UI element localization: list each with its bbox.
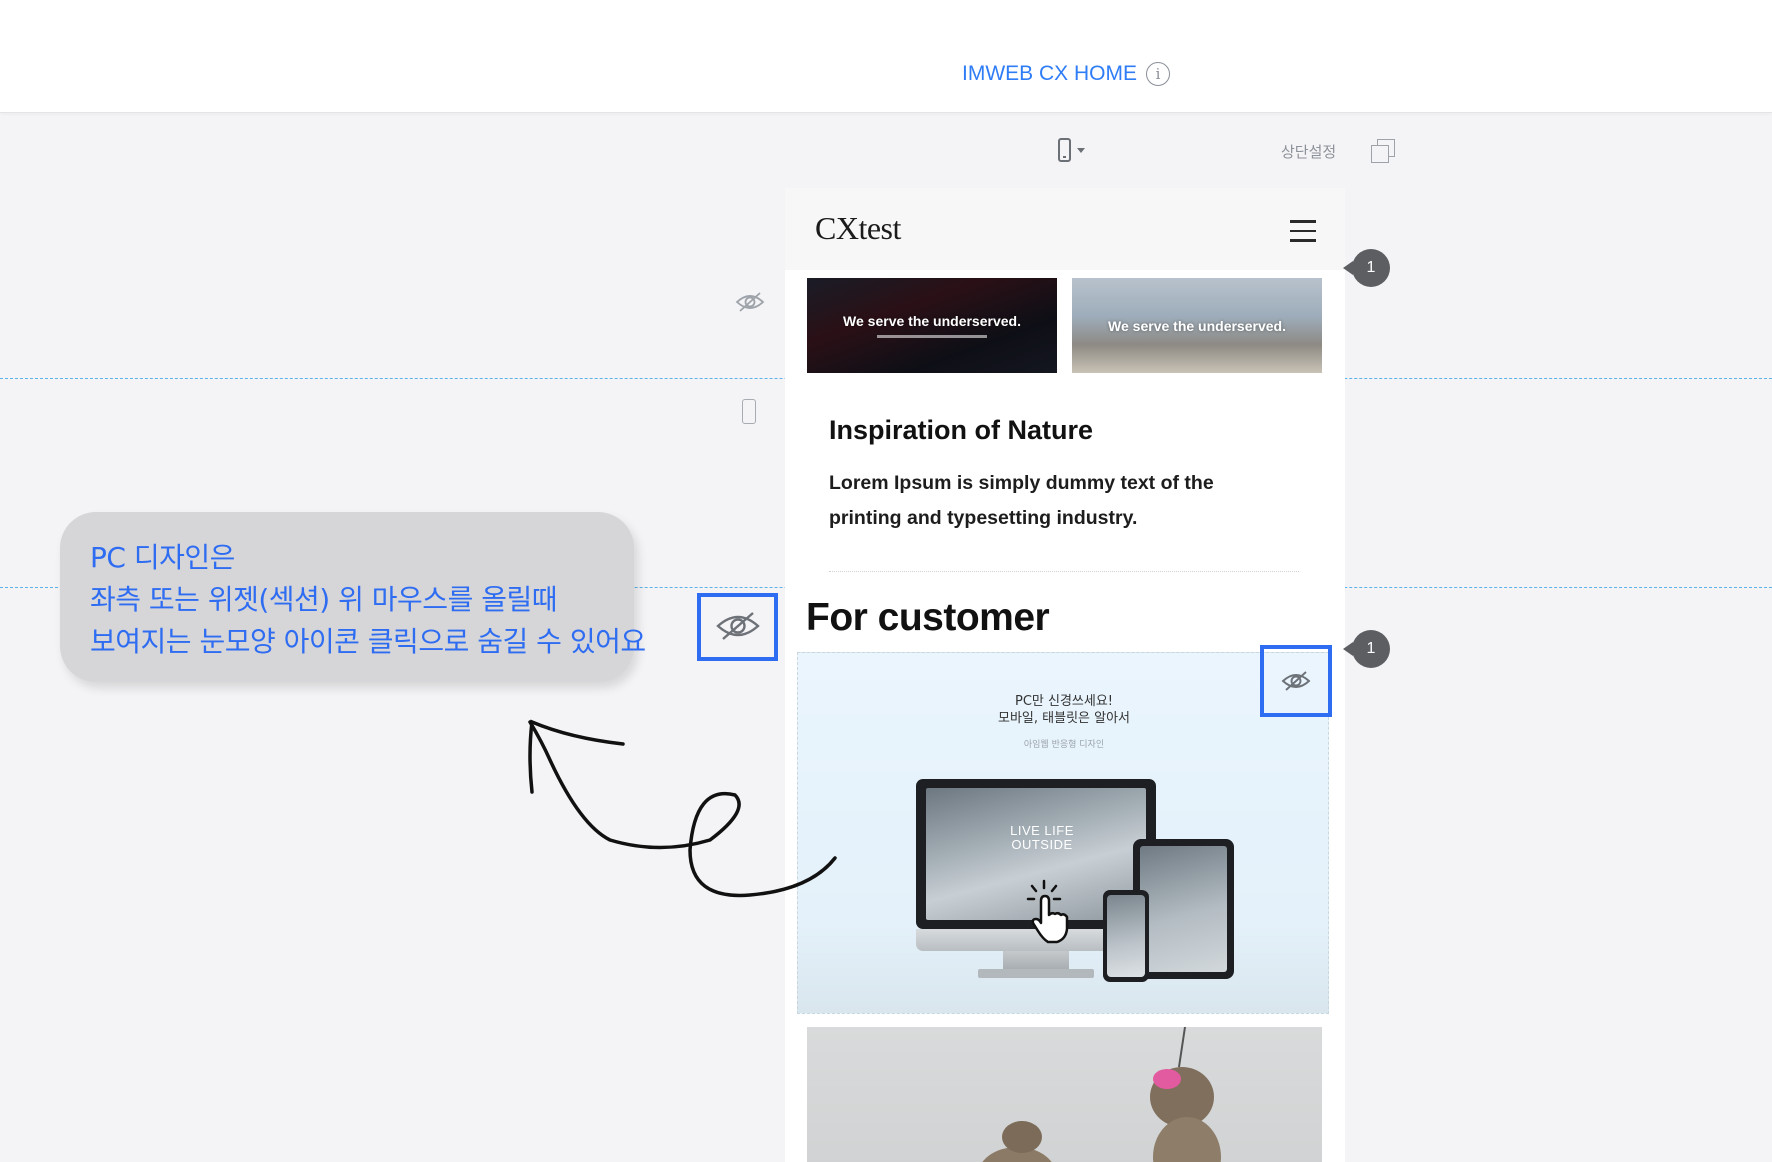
- highlighted-widget-eye-button[interactable]: [1260, 645, 1332, 717]
- divider: [829, 571, 1299, 572]
- banner-image[interactable]: We serve the underserved.: [807, 278, 1057, 373]
- hand-cursor-icon: [1026, 879, 1069, 944]
- banner-text: We serve the underserved.: [843, 313, 1021, 329]
- eye-hidden-icon[interactable]: [715, 609, 761, 643]
- section-title: Inspiration of Nature: [829, 415, 1094, 445]
- promo-widget[interactable]: PC만 신경쓰세요! 모바일, 태블릿은 알아서 아임웹 반응형 디자인 LIV…: [797, 652, 1329, 1014]
- tooltip-callout: PC 디자인은 좌측 또는 위젯(섹션) 위 마우스를 올릴때 보여지는 눈모양…: [60, 512, 646, 682]
- banner-subtext: [877, 335, 987, 338]
- section-body: Lorem Ipsum is simply dummy text of the …: [829, 472, 1214, 529]
- callout-line: PC 디자인은: [90, 541, 235, 574]
- site-title-link[interactable]: IMWEB CX HOME i: [962, 62, 1171, 86]
- mobile-header: CXtest: [785, 188, 1345, 270]
- promo-headline-line: PC만 신경쓰세요!: [1014, 694, 1114, 709]
- highlighted-eye-button[interactable]: [697, 593, 778, 661]
- copy-icon[interactable]: [1370, 138, 1396, 164]
- widget-count-badge: 1: [1343, 249, 1390, 287]
- banner-text: We serve the underserved.: [1108, 317, 1286, 334]
- customer-section-title: For customer: [806, 596, 1050, 639]
- site-title[interactable]: IMWEB CX HOME: [962, 62, 1137, 86]
- menu-icon[interactable]: [1290, 220, 1316, 249]
- eye-hidden-icon[interactable]: [1281, 670, 1311, 692]
- banner-image[interactable]: We serve the underserved.: [1072, 278, 1322, 373]
- top-bar: IMWEB CX HOME i: [0, 0, 1772, 113]
- desktop-stand: [1003, 951, 1069, 971]
- cats-illustration: [982, 1027, 1221, 1162]
- promo-caption: 아임웹 반응형 디자인: [1023, 740, 1105, 750]
- callout-line: 좌측 또는 위젯(섹션) 위 마우스를 올릴때: [90, 583, 558, 616]
- eye-hidden-icon[interactable]: [735, 291, 765, 313]
- callout-line: 보여지는 눈모양 아이콘 클릭으로 숨길 수 있어요: [90, 625, 646, 658]
- promo-headline: PC만 신경쓰세요! 모바일, 태블릿은 알아서: [798, 693, 1328, 727]
- device-selector[interactable]: [1058, 138, 1085, 162]
- mobile-only-icon[interactable]: [742, 399, 756, 424]
- cats-photo[interactable]: [807, 1027, 1322, 1162]
- chevron-down-icon[interactable]: [1077, 147, 1085, 153]
- info-icon[interactable]: i: [1146, 62, 1171, 86]
- desktop-base: [978, 969, 1094, 978]
- mobile-device-icon[interactable]: [1058, 138, 1071, 162]
- pointer-arrow: [528, 719, 837, 898]
- site-logo[interactable]: CXtest: [815, 210, 901, 247]
- phone-device-image: [1103, 890, 1149, 982]
- header-settings-button[interactable]: 상단설정: [1281, 141, 1336, 162]
- widget-count-badge: 1: [1343, 630, 1390, 668]
- screen-text: LIVE LIFE OUTSIDE: [1010, 823, 1074, 852]
- promo-headline-line: 모바일, 태블릿은 알아서: [998, 711, 1130, 726]
